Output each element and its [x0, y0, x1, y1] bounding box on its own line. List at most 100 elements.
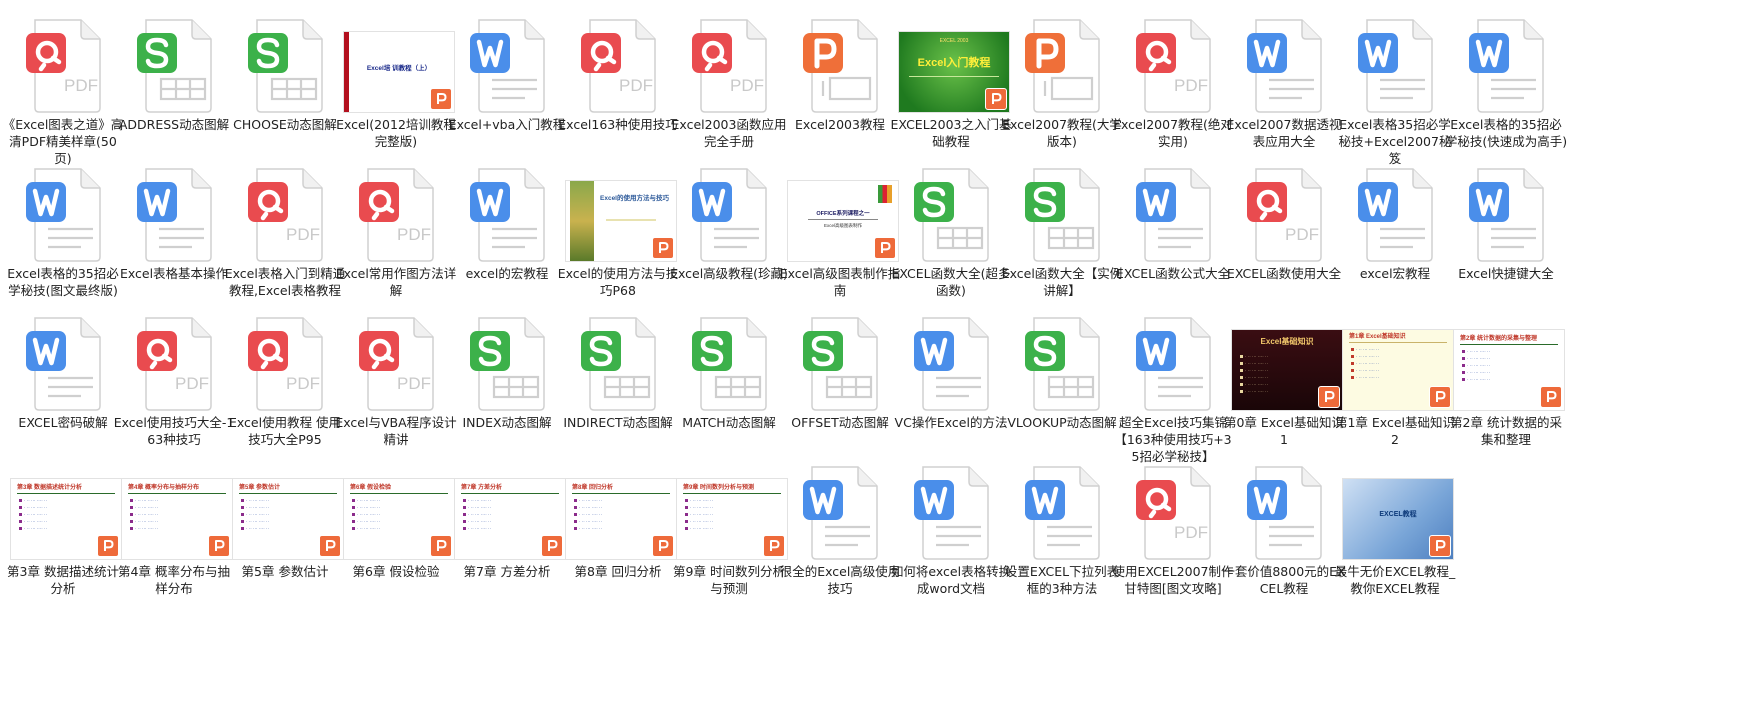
- slide-title: 第9章 时间数列分析与预测: [683, 485, 755, 491]
- spreadsheet-file-icon: [1000, 157, 1124, 263]
- file-item[interactable]: EXCEL 2003 Excel入门教程 EXCEL2003之入门基础教程: [889, 8, 1013, 174]
- presentation-thumbnail: EXCEL 2003 Excel入门教程: [889, 8, 1013, 114]
- file-item[interactable]: EXCEL密码破解: [1, 306, 125, 472]
- file-name: Excel表格基本操作: [119, 266, 229, 281]
- file-item[interactable]: 第7章 方差分析 · ·· ··· ···· ·· · ·· ··· ···· ··…: [445, 455, 569, 621]
- word-file-icon: [445, 157, 569, 263]
- presentation-file-icon: [1000, 8, 1124, 114]
- file-item[interactable]: OFFSET动态图解: [778, 306, 902, 472]
- file-item[interactable]: OFFICE系列课程之一 Excel高级图表制作 Excel高级图表制作指南: [778, 157, 902, 323]
- file-item[interactable]: VC操作Excel的方法: [889, 306, 1013, 472]
- presentation-thumbnail: 第9章 时间数列分析与预测 · ·· ··· ···· ·· · ·· ··· ··…: [667, 455, 791, 561]
- spreadsheet-file-icon: [667, 306, 791, 412]
- file-name: 最牛无价EXCEL教程_教你EXCEL教程: [1334, 564, 1456, 596]
- file-item[interactable]: 第6章 假设检验 · ·· ··· ···· ·· · ·· ··· ···· ··…: [334, 455, 458, 621]
- file-name: 第4章 概率分布与抽样分布: [118, 564, 230, 596]
- file-name: Excel快捷键大全: [1458, 266, 1554, 281]
- file-item[interactable]: PDF 使用EXCEL2007制作甘特图[图文攻略]: [1111, 455, 1235, 621]
- file-item[interactable]: Excel表格基本操作: [112, 157, 236, 323]
- slide-thumbnail: 第3章 数据描述统计分析 · ·· ··· ···· ·· · ·· ··· ···…: [11, 479, 121, 559]
- slide-thumbnail: EXCEL教程: [1343, 479, 1453, 559]
- file-item[interactable]: Excel基础知识 · ·· ··· ···· ·· · ·· ··· ···· ·…: [1222, 306, 1346, 472]
- file-name: EXCEL函数大全(超多函数): [891, 266, 1011, 298]
- file-item[interactable]: PDF Excel使用技巧大全-163种技巧: [112, 306, 236, 472]
- file-item[interactable]: PDF Excel表格入门到精通教程,Excel表格教程: [223, 157, 347, 323]
- file-item[interactable]: Excel表格35招必学秘技+Excel2007秘笈: [1333, 8, 1457, 174]
- file-item[interactable]: PDF Excel2007教程(绝对实用): [1111, 8, 1235, 174]
- file-item[interactable]: INDIRECT动态图解: [556, 306, 680, 472]
- file-item[interactable]: 设置EXCEL下拉列表框的3种方法: [1000, 455, 1124, 621]
- file-item[interactable]: 很全的Excel高级使用技巧: [778, 455, 902, 621]
- file-item[interactable]: INDEX动态图解: [445, 306, 569, 472]
- file-name: Excel2003教程: [795, 117, 885, 132]
- file-name: excel宏教程: [1359, 266, 1431, 281]
- file-item[interactable]: EXCEL函数公式大全: [1111, 157, 1235, 323]
- file-item[interactable]: Excel的使用方法与技巧 Excel的使用方法与技巧P68: [556, 157, 680, 323]
- file-item[interactable]: CHOOSE动态图解: [223, 8, 347, 174]
- file-name: 第2章 统计数据的采集和整理: [1450, 415, 1562, 447]
- file-name: Excel2007教程(绝对实用): [1113, 117, 1233, 149]
- slide-title: 第2章 统计数据的采集与整理: [1460, 336, 1538, 342]
- file-item[interactable]: 第8章 回归分析 · ·· ··· ···· ·· · ·· ··· ···· ··…: [556, 455, 680, 621]
- file-name: MATCH动态图解: [682, 415, 776, 430]
- file-item[interactable]: VLOOKUP动态图解: [1000, 306, 1124, 472]
- file-item[interactable]: excel的宏教程: [445, 157, 569, 323]
- slide-title: EXCEL教程: [1379, 511, 1417, 518]
- svg-text:PDF: PDF: [619, 76, 653, 95]
- file-name: VLOOKUP动态图解: [1007, 415, 1117, 430]
- file-item[interactable]: Excel2007数据透视表应用大全: [1222, 8, 1346, 174]
- word-file-icon: [1, 157, 125, 263]
- pdf-file-icon: PDF: [334, 157, 458, 263]
- file-item[interactable]: 如何将excel表格转换成word文档: [889, 455, 1013, 621]
- file-item[interactable]: PDF EXCEL函数使用大全: [1222, 157, 1346, 323]
- file-item[interactable]: PDF Excel使用教程 使用技巧大全P95: [223, 306, 347, 472]
- presentation-thumbnail: EXCEL教程: [1333, 455, 1457, 561]
- spreadsheet-file-icon: [889, 157, 1013, 263]
- file-item[interactable]: Excel培 训教程（上） Excel(2012培训教程完整版): [334, 8, 458, 174]
- file-name: 很全的Excel高级使用技巧: [779, 564, 901, 596]
- file-item[interactable]: PDF 《Excel图表之道》高清PDF精美样章(50页): [1, 8, 125, 174]
- file-name: Excel(2012培训教程完整版): [336, 117, 456, 149]
- pdf-file-icon: PDF: [1222, 157, 1346, 263]
- file-item[interactable]: 第5章 参数估计 · ·· ··· ···· ·· · ·· ··· ···· ··…: [223, 455, 347, 621]
- file-item[interactable]: PDF Excel2003函数应用完全手册: [667, 8, 791, 174]
- slide-thumbnail: Excel基础知识 · ·· ··· ···· ·· · ·· ··· ···· ·…: [1232, 330, 1342, 410]
- file-name: OFFSET动态图解: [791, 415, 889, 430]
- file-item[interactable]: PDF Excel163种使用技巧: [556, 8, 680, 174]
- file-item[interactable]: 第2章 统计数据的采集与整理 · ·· ··· ···· ·· · ·· ··· ·…: [1444, 306, 1568, 472]
- file-item[interactable]: 第9章 时间数列分析与预测 · ·· ··· ···· ·· · ·· ··· ··…: [667, 455, 791, 621]
- file-item[interactable]: 第4章 概率分布与抽样分布 · ·· ··· ···· ·· · ·· ··· ··…: [112, 455, 236, 621]
- file-item[interactable]: Excel函数大全【实例讲解】: [1000, 157, 1124, 323]
- file-item[interactable]: Excel高级教程(珍藏): [667, 157, 791, 323]
- presentation-thumbnail: 第8章 回归分析 · ·· ··· ···· ·· · ·· ··· ···· ··…: [556, 455, 680, 561]
- file-item[interactable]: Excel+vba入门教程: [445, 8, 569, 174]
- file-item[interactable]: 第1章 Excel基础知识 · ·· ··· ···· ·· · ·· ··· ··…: [1333, 306, 1457, 472]
- word-file-icon: [1333, 157, 1457, 263]
- file-item[interactable]: ADDRESS动态图解: [112, 8, 236, 174]
- file-item[interactable]: 超全Excel技巧集锦【163种使用技巧+35招必学秘技】: [1111, 306, 1235, 472]
- slide-thumbnail: EXCEL 2003 Excel入门教程: [899, 32, 1009, 112]
- file-item[interactable]: 一套价值8800元的EXCEL教程: [1222, 455, 1346, 621]
- file-item[interactable]: MATCH动态图解: [667, 306, 791, 472]
- file-item[interactable]: EXCEL函数大全(超多函数): [889, 157, 1013, 323]
- presentation-thumbnail: 第5章 参数估计 · ·· ··· ···· ·· · ·· ··· ···· ··…: [223, 455, 347, 561]
- pdf-file-icon: PDF: [1, 8, 125, 114]
- file-item[interactable]: excel宏教程: [1333, 157, 1457, 323]
- file-item[interactable]: Excel2007教程(大学版本): [1000, 8, 1124, 174]
- word-file-icon: [1222, 8, 1346, 114]
- file-item[interactable]: Excel表格的35招必学秘技(图文最终版): [1, 157, 125, 323]
- file-item[interactable]: PDF Excel与VBA程序设计精讲: [334, 306, 458, 472]
- file-name: Excel163种使用技巧: [558, 117, 678, 132]
- file-item[interactable]: Excel快捷键大全: [1444, 157, 1568, 323]
- file-item[interactable]: EXCEL教程最牛无价EXCEL教程_教你EXCEL教程: [1333, 455, 1457, 621]
- file-item[interactable]: Excel表格的35招必学秘技(快速成为高手): [1444, 8, 1568, 174]
- file-item[interactable]: Excel2003教程: [778, 8, 902, 174]
- word-file-icon: [889, 455, 1013, 561]
- file-name: INDEX动态图解: [462, 415, 552, 430]
- slide-thumbnail: Excel的使用方法与技巧: [566, 181, 676, 261]
- file-item[interactable]: PDF Excel常用作图方法详解: [334, 157, 458, 323]
- file-item[interactable]: 第3章 数据描述统计分析 · ·· ··· ···· ·· · ·· ··· ···…: [1, 455, 125, 621]
- slide-title: 第7章 方差分析: [461, 485, 503, 491]
- spreadsheet-file-icon: [778, 306, 902, 412]
- pdf-file-icon: PDF: [112, 306, 236, 412]
